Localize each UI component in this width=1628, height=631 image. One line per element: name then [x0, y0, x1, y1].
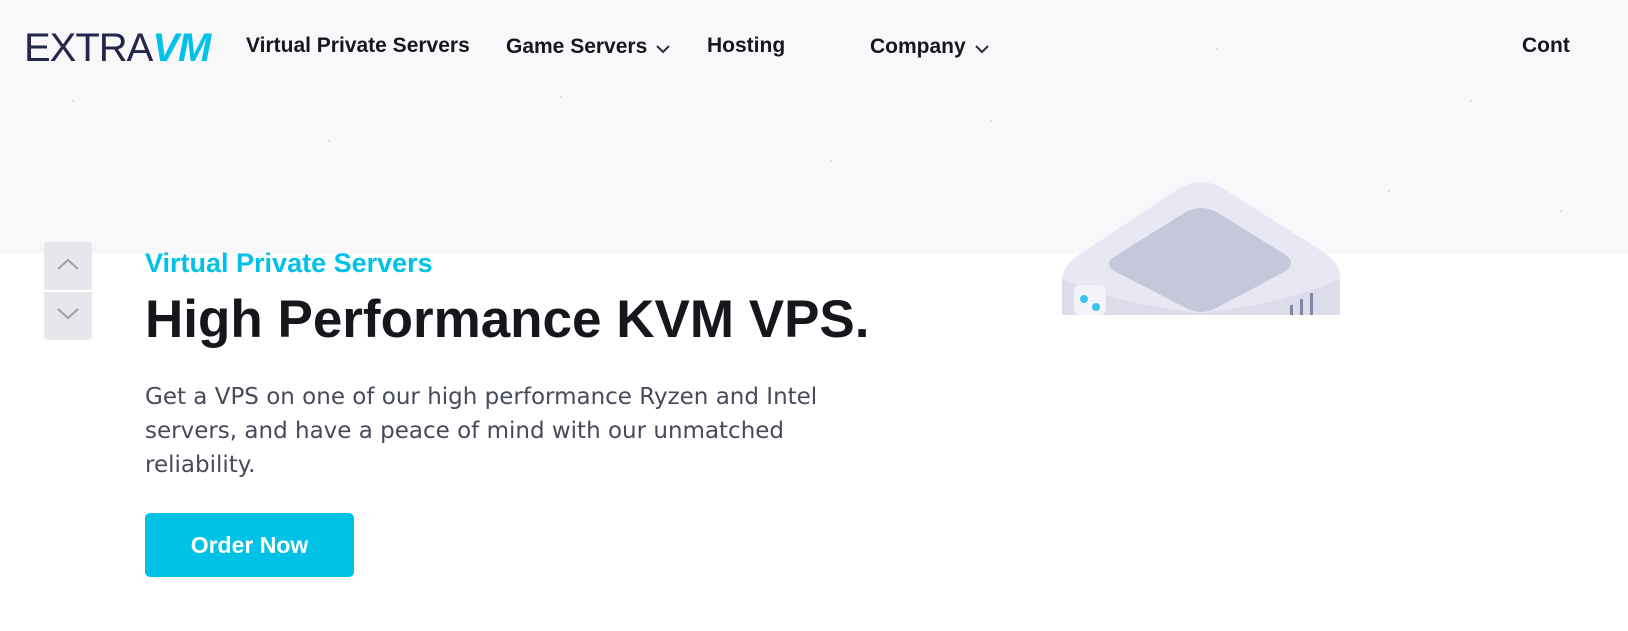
slider-next-button[interactable]	[44, 292, 92, 340]
logo-text-extra: EXTRA	[24, 26, 153, 70]
hero-title: High Performance KVM VPS.	[145, 290, 870, 349]
nav-item-company[interactable]: Company	[870, 34, 989, 60]
texture-speck	[830, 160, 832, 162]
nav-item-label: Hosting	[707, 34, 786, 57]
nav-item-label: Cont	[1522, 34, 1570, 57]
hero-description: Get a VPS on one of our high performance…	[145, 384, 818, 478]
chevron-down-icon	[656, 36, 670, 60]
nav-item-label: Game Servers	[506, 35, 648, 58]
texture-speck	[1470, 100, 1472, 102]
hero-background	[0, 0, 1628, 254]
texture-speck	[990, 120, 992, 122]
texture-speck	[328, 140, 330, 142]
logo-text-vm: VM	[152, 26, 211, 70]
server-icon	[1060, 175, 1345, 315]
nav-item-label: Company	[870, 35, 966, 58]
slider-prev-button[interactable]	[44, 242, 92, 290]
texture-speck	[72, 100, 74, 102]
chevron-down-icon	[974, 36, 989, 60]
hero-eyebrow: Virtual Private Servers	[145, 248, 433, 278]
texture-speck	[1216, 48, 1218, 50]
slider-controls	[44, 242, 92, 340]
chevron-up-icon	[57, 257, 79, 275]
nav-item-virtual-private-servers[interactable]: Virtual Private Servers	[246, 34, 470, 58]
nav-item-label: Virtual Private Servers	[246, 34, 470, 57]
nav-item-hosting[interactable]: Hosting	[707, 34, 785, 58]
order-now-button[interactable]: Order Now	[145, 513, 354, 577]
chevron-down-icon	[57, 307, 79, 325]
site-logo[interactable]: EXTRA VM	[24, 26, 211, 70]
texture-speck	[1560, 210, 1562, 212]
nav-item-game-servers[interactable]: Game Servers	[506, 34, 670, 60]
texture-speck	[1388, 190, 1390, 192]
nav-item-contact[interactable]: Cont	[1522, 34, 1570, 58]
texture-speck	[560, 96, 562, 98]
